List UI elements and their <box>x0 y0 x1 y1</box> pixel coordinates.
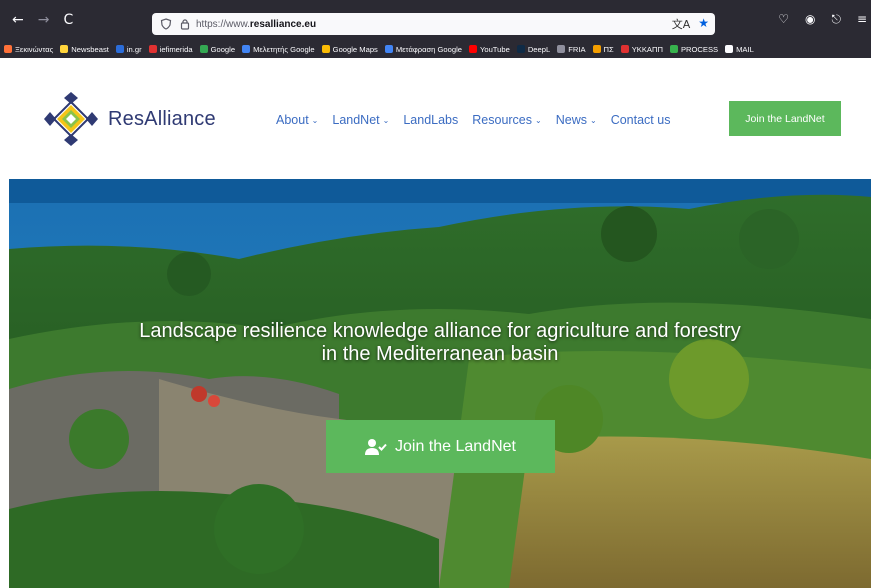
resalliance-logo[interactable] <box>40 88 102 150</box>
bookmark-item[interactable]: Newsbeast <box>60 45 109 54</box>
bookmark-favicon-icon <box>60 45 69 53</box>
bookmark-label: Google Maps <box>332 44 378 54</box>
bookmark-item[interactable]: DeepL <box>516 44 551 54</box>
bookmark-favicon-icon <box>384 45 393 53</box>
bookmark-favicon-icon <box>557 45 566 53</box>
bookmark-label: PROCESS <box>680 44 719 54</box>
menu-item-news[interactable]: News ⌄ <box>556 113 597 127</box>
menu-item-contact[interactable]: Contact us <box>611 113 671 127</box>
chevron-down-icon: ⌄ <box>589 115 597 125</box>
join-landnet-hero-label: Join the LandNet <box>395 437 516 455</box>
bookmark-label: ΠΣ <box>603 44 614 54</box>
back-icon[interactable]: ← <box>12 12 24 28</box>
account-icon[interactable]: ◉ <box>805 12 815 27</box>
bookmark-label: in.gr <box>126 44 142 54</box>
bookmark-favicon-icon <box>4 45 12 53</box>
menu-item-landnet[interactable]: LandNet ⌄ <box>332 113 389 127</box>
bookmark-favicon-icon <box>620 45 629 53</box>
user-check-icon <box>365 438 387 455</box>
bookmark-item[interactable]: iefimerida <box>148 44 193 54</box>
bookmark-label: YouTube <box>479 44 510 54</box>
bookmark-item[interactable]: Google Maps <box>321 44 378 54</box>
hero-banner: Landscape resilience knowledge alliance … <box>9 179 871 588</box>
extensions-icon[interactable]: ⎋ <box>831 12 841 27</box>
bookmark-favicon-icon <box>725 45 734 53</box>
menu-item-label: About <box>276 113 309 127</box>
bookmark-label: iefimerida <box>159 44 193 54</box>
bookmark-label: MAIL <box>736 44 754 54</box>
menu-item-resources[interactable]: Resources ⌄ <box>472 113 541 127</box>
bookmark-favicon-icon <box>321 45 330 53</box>
chevron-down-icon: ⌄ <box>535 115 542 125</box>
menu-icon[interactable]: ≡ <box>857 12 867 27</box>
address-bar[interactable]: https://www. resalliance.eu 文A ★ <box>152 13 715 35</box>
bookmark-label: Μελετητής Google <box>253 44 315 54</box>
reload-icon[interactable]: C <box>63 12 73 28</box>
site-header: ResAlliance About ⌄ LandNet ⌄ LandLabs Res… <box>0 58 871 179</box>
hero-title-line-1: Landscape resilience knowledge alliance … <box>139 320 741 342</box>
bookmark-label: ΥΚΚΑΠΠ <box>631 44 663 54</box>
hero-landscape-image <box>9 179 871 588</box>
bookmark-item[interactable]: Google <box>199 44 236 54</box>
bookmark-item[interactable]: Μελετητής Google <box>242 45 315 54</box>
bookmark-label: Μετάφραση Google <box>395 44 462 54</box>
menu-item-label: LandNet <box>332 113 380 127</box>
forward-icon[interactable]: → <box>38 12 50 28</box>
menu-item-label: LandLabs <box>403 113 459 127</box>
bookmarks-bar: Ξεκινώντας Newsbeast in.gr iefimerida Google… <box>0 40 871 58</box>
bookmark-favicon-icon <box>242 45 251 53</box>
join-landnet-header-button[interactable]: Join the LandNet <box>729 101 841 136</box>
menu-item-label: Contact us <box>610 113 671 127</box>
bookmark-favicon-icon <box>199 45 208 53</box>
bookmark-label: FRIA <box>568 44 586 54</box>
main-menu: About ⌄ LandNet ⌄ LandLabs Resources ⌄ News… <box>276 113 670 127</box>
brand-name[interactable]: ResAlliance <box>108 108 216 131</box>
bookmark-item[interactable]: MAIL <box>725 45 754 54</box>
chevron-down-icon: ⌄ <box>382 115 390 125</box>
menu-item-label: Resources <box>472 113 533 127</box>
bookmark-item[interactable]: in.gr <box>115 44 142 54</box>
shield-icon[interactable] <box>160 18 172 30</box>
bookmark-item[interactable]: ΠΣ <box>592 44 614 54</box>
join-landnet-hero-button[interactable]: Join the LandNet <box>326 420 555 473</box>
toolbar-right: ♡ ◉ ⎋ ≡ <box>778 12 867 27</box>
lock-icon[interactable] <box>180 18 190 30</box>
menu-item-about[interactable]: About ⌄ <box>276 113 318 127</box>
bookmark-item[interactable]: Ξεκινώντας <box>4 45 53 54</box>
bookmark-label: DeepL <box>527 44 551 54</box>
bookmark-favicon-icon <box>468 45 477 53</box>
pocket-icon[interactable]: ♡ <box>778 12 789 27</box>
menu-item-landlabs[interactable]: LandLabs <box>403 113 458 127</box>
browser-nav: ← → C <box>12 12 73 28</box>
bookmark-item[interactable]: ΥΚΚΑΠΠ <box>620 44 663 54</box>
bookmark-label: Google <box>210 44 236 54</box>
bookmark-star-icon[interactable]: ★ <box>698 16 709 32</box>
bookmark-label: Ξεκινώντας <box>15 44 54 54</box>
bookmark-favicon-icon <box>115 45 124 53</box>
menu-item-label: News <box>555 113 587 127</box>
translate-icon[interactable]: 文A <box>672 16 691 32</box>
bookmark-item[interactable]: YouTube <box>468 44 510 54</box>
url-host: resalliance.eu <box>249 18 317 30</box>
chevron-down-icon: ⌄ <box>311 115 319 125</box>
bookmark-favicon-icon <box>516 45 525 53</box>
hero-title: Landscape resilience knowledge alliance … <box>9 320 871 366</box>
bookmark-label: Newsbeast <box>71 44 109 54</box>
hero-title-line-2: in the Mediterranean basin <box>321 343 559 365</box>
browser-toolbar: ← → C https://www. resalliance.eu 文A ★ ♡ … <box>0 0 871 58</box>
bookmark-favicon-icon <box>148 45 157 53</box>
bookmark-item[interactable]: PROCESS <box>669 44 719 54</box>
bookmark-item[interactable]: FRIA <box>557 44 586 54</box>
bookmark-favicon-icon <box>592 45 601 53</box>
url-protocol: https://www. <box>196 18 250 30</box>
bookmark-item[interactable]: Μετάφραση Google <box>384 44 462 54</box>
bookmark-favicon-icon <box>669 45 678 53</box>
